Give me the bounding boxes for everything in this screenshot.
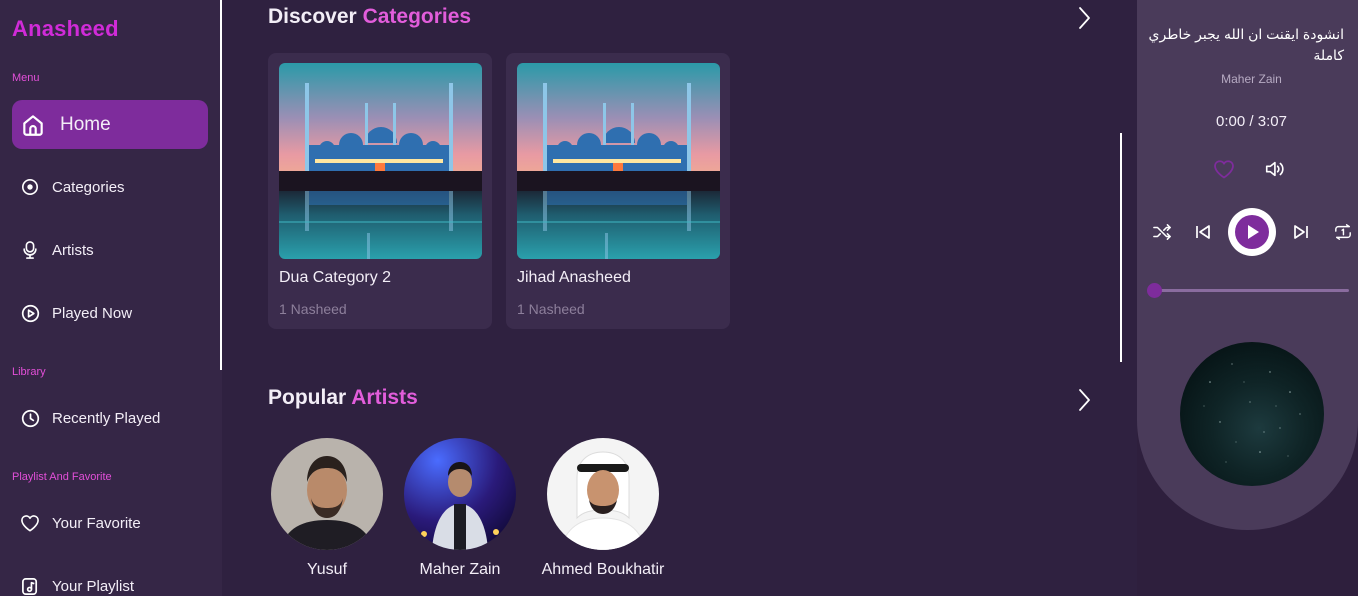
category-card[interactable]: Jihad Anasheed 1 Nasheed — [506, 53, 730, 329]
volume-icon[interactable] — [1263, 158, 1285, 180]
previous-icon[interactable] — [1193, 221, 1213, 243]
artist-name: Maher Zain — [419, 561, 501, 578]
seek-handle[interactable] — [1147, 283, 1162, 298]
sidebar-item-categories[interactable]: Categories — [12, 163, 208, 211]
artists-section-title: Popular Artists — [268, 386, 418, 410]
shuffle-icon[interactable] — [1151, 221, 1173, 243]
track-artist: Maher Zain — [1221, 72, 1282, 86]
now-playing-panel: انشودة ايقنت ان الله يجبر خاطري كاملة Ma… — [1137, 0, 1358, 530]
artist-card[interactable]: Maher Zain — [390, 438, 530, 579]
title-prefix: Popular — [268, 386, 347, 409]
play-circle-icon — [20, 303, 40, 323]
artist-avatar — [547, 438, 659, 550]
artists-next-chevron-icon[interactable] — [1075, 388, 1093, 412]
artist-avatar — [271, 438, 383, 550]
sidebar-item-label: Your Favorite — [52, 514, 141, 532]
sidebar-item-played-now[interactable]: Played Now — [12, 289, 208, 337]
categories-section-title: Discover Categories — [268, 5, 471, 29]
app-logo[interactable]: Anasheed — [12, 16, 119, 42]
sidebar-item-home[interactable]: Home — [12, 100, 208, 149]
artist-name: Ahmed Boukhatir — [541, 561, 665, 578]
sidebar-item-your-playlist[interactable]: Your Playlist — [12, 562, 208, 596]
category-count: 1 Nasheed — [279, 301, 347, 317]
play-button[interactable] — [1228, 208, 1276, 256]
seek-bar[interactable] — [1154, 289, 1349, 292]
heart-icon — [20, 513, 40, 533]
category-name: Jihad Anasheed — [517, 269, 631, 286]
next-icon[interactable] — [1291, 221, 1311, 243]
play-icon — [1235, 215, 1269, 249]
scrollbar[interactable] — [1120, 133, 1122, 362]
heart-icon[interactable] — [1213, 158, 1235, 180]
sidebar-item-label: Your Playlist — [52, 577, 134, 595]
library-section-label: Library — [12, 366, 46, 378]
home-icon — [20, 112, 46, 138]
artist-avatar — [404, 438, 516, 550]
title-accent: Categories — [362, 5, 472, 28]
categories-icon — [20, 177, 40, 197]
category-thumbnail — [279, 63, 482, 259]
menu-section-label: Menu — [12, 72, 40, 84]
category-count: 1 Nasheed — [517, 301, 585, 317]
sidebar-item-recently-played[interactable]: Recently Played — [12, 394, 208, 442]
track-time: 0:00 / 3:07 — [1216, 113, 1287, 130]
title-accent: Artists — [351, 386, 418, 409]
categories-next-chevron-icon[interactable] — [1075, 6, 1093, 30]
category-thumbnail — [517, 63, 720, 259]
sidebar-item-your-favorite[interactable]: Your Favorite — [12, 499, 208, 547]
sidebar-item-label: Categories — [52, 178, 125, 196]
artist-name: Yusuf — [306, 561, 348, 578]
title-prefix: Discover — [268, 5, 357, 28]
sidebar-item-label: Played Now — [52, 304, 133, 322]
main-content: Discover Categories Dua Category 2 1 Nas… — [222, 0, 1137, 596]
artist-card[interactable]: Yusuf — [257, 438, 397, 579]
sidebar-item-artists[interactable]: Artists — [12, 226, 208, 274]
album-art-disc — [1180, 342, 1324, 486]
track-title: انشودة ايقنت ان الله يجبر خاطري كاملة — [1148, 26, 1344, 63]
repeat-icon[interactable] — [1332, 221, 1354, 243]
sidebar-item-label: Recently Played — [52, 409, 161, 427]
playlist-icon — [20, 576, 40, 596]
clock-icon — [20, 408, 40, 428]
microphone-icon — [20, 240, 40, 260]
sidebar-item-label: Home — [60, 113, 111, 135]
artist-card[interactable]: Ahmed Boukhatir — [533, 438, 673, 579]
playlist-section-label: Playlist And Favorite — [12, 471, 112, 483]
sidebar-item-label: Artists — [52, 241, 94, 259]
category-card[interactable]: Dua Category 2 1 Nasheed — [268, 53, 492, 329]
sidebar: Anasheed Menu Home Categories Artists Pl… — [0, 0, 222, 596]
category-name: Dua Category 2 — [279, 269, 392, 286]
